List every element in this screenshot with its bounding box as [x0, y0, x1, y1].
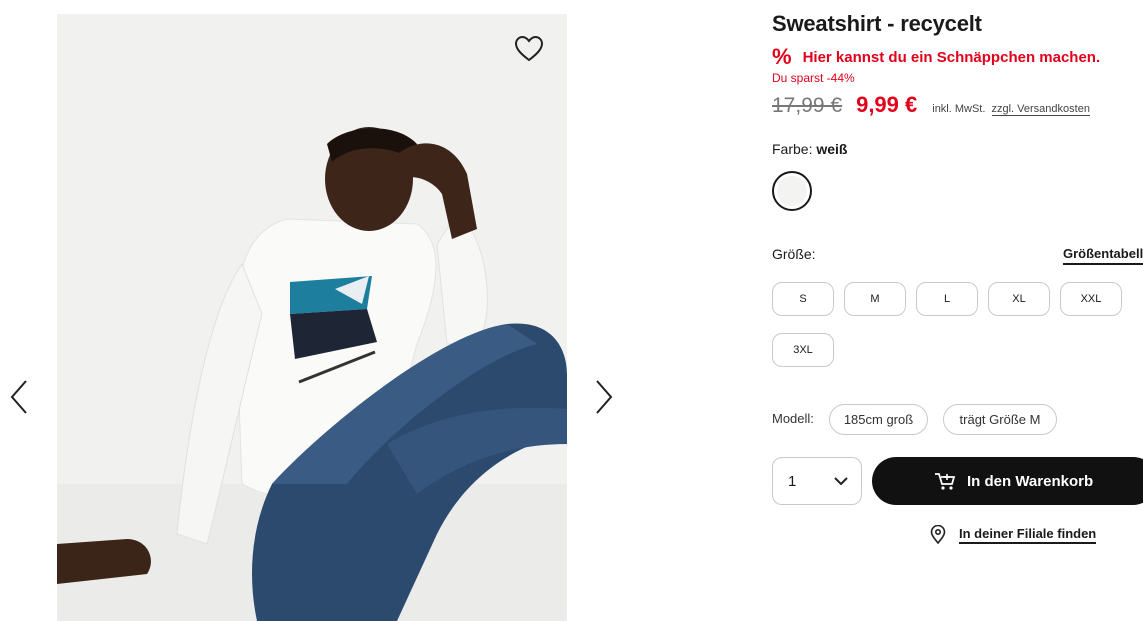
deal-banner: % Hier kannst du ein Schnäppchen machen. [772, 44, 1101, 69]
size-option-3xl[interactable]: 3XL [772, 333, 834, 367]
color-label: Farbe: weiß [772, 141, 847, 157]
product-photo [57, 14, 567, 621]
heart-icon [514, 35, 544, 62]
swatch-fill [777, 176, 807, 206]
color-value: weiß [816, 141, 848, 157]
gallery-next-button[interactable] [589, 375, 619, 419]
percent-icon: % [772, 44, 792, 69]
store-finder-link[interactable]: In deiner Filiale finden [930, 525, 1097, 544]
model-size-chip: trägt Größe M [943, 404, 1057, 435]
quantity-select[interactable]: 1 [772, 457, 862, 505]
size-option-l[interactable]: L [916, 282, 978, 316]
color-swatch-white[interactable] [772, 171, 812, 211]
price-row: 17,99 € 9,99 € inkl. MwSt. zzgl. Versand… [772, 92, 1090, 118]
tax-text: inkl. MwSt. [932, 103, 986, 115]
size-table-link[interactable]: Größentabelle [1063, 246, 1143, 265]
gallery-prev-button[interactable] [4, 375, 34, 419]
size-option-xl[interactable]: XL [988, 282, 1050, 316]
location-pin-icon [930, 525, 946, 544]
size-option-xxl[interactable]: XXL [1060, 282, 1122, 316]
add-to-cart-button[interactable]: In den Warenkorb [872, 457, 1143, 505]
model-label: Modell: [772, 411, 814, 426]
wishlist-button[interactable] [512, 33, 546, 65]
deal-text: Hier kannst du ein Schnäppchen machen. [802, 48, 1101, 66]
chevron-left-icon [10, 380, 27, 414]
chevron-right-icon [596, 380, 613, 414]
product-page: Sweatshirt - recycelt % Hier kannst du e… [0, 0, 1143, 621]
product-details: Sweatshirt - recycelt % Hier kannst du e… [772, 0, 1143, 621]
quantity-value: 1 [788, 472, 797, 490]
cart-button-label: In den Warenkorb [967, 472, 1094, 490]
color-label-text: Farbe: [772, 141, 813, 157]
chevron-down-icon [834, 477, 848, 486]
tax-info: inkl. MwSt. zzgl. Versandkosten [932, 103, 1090, 116]
cart-icon [935, 473, 956, 490]
product-title: Sweatshirt - recycelt [772, 11, 982, 36]
new-price: 9,99 € [856, 92, 918, 117]
model-height-chip: 185cm groß [829, 404, 928, 435]
old-price: 17,99 € [772, 94, 843, 117]
saving-text: Du sparst -44% [772, 71, 855, 85]
shipping-link[interactable]: zzgl. Versandkosten [991, 103, 1090, 116]
product-image[interactable] [57, 14, 567, 621]
store-link-label: In deiner Filiale finden [959, 526, 1097, 544]
size-option-s[interactable]: S [772, 282, 834, 316]
size-label: Größe: [772, 246, 816, 262]
size-option-m[interactable]: M [844, 282, 906, 316]
